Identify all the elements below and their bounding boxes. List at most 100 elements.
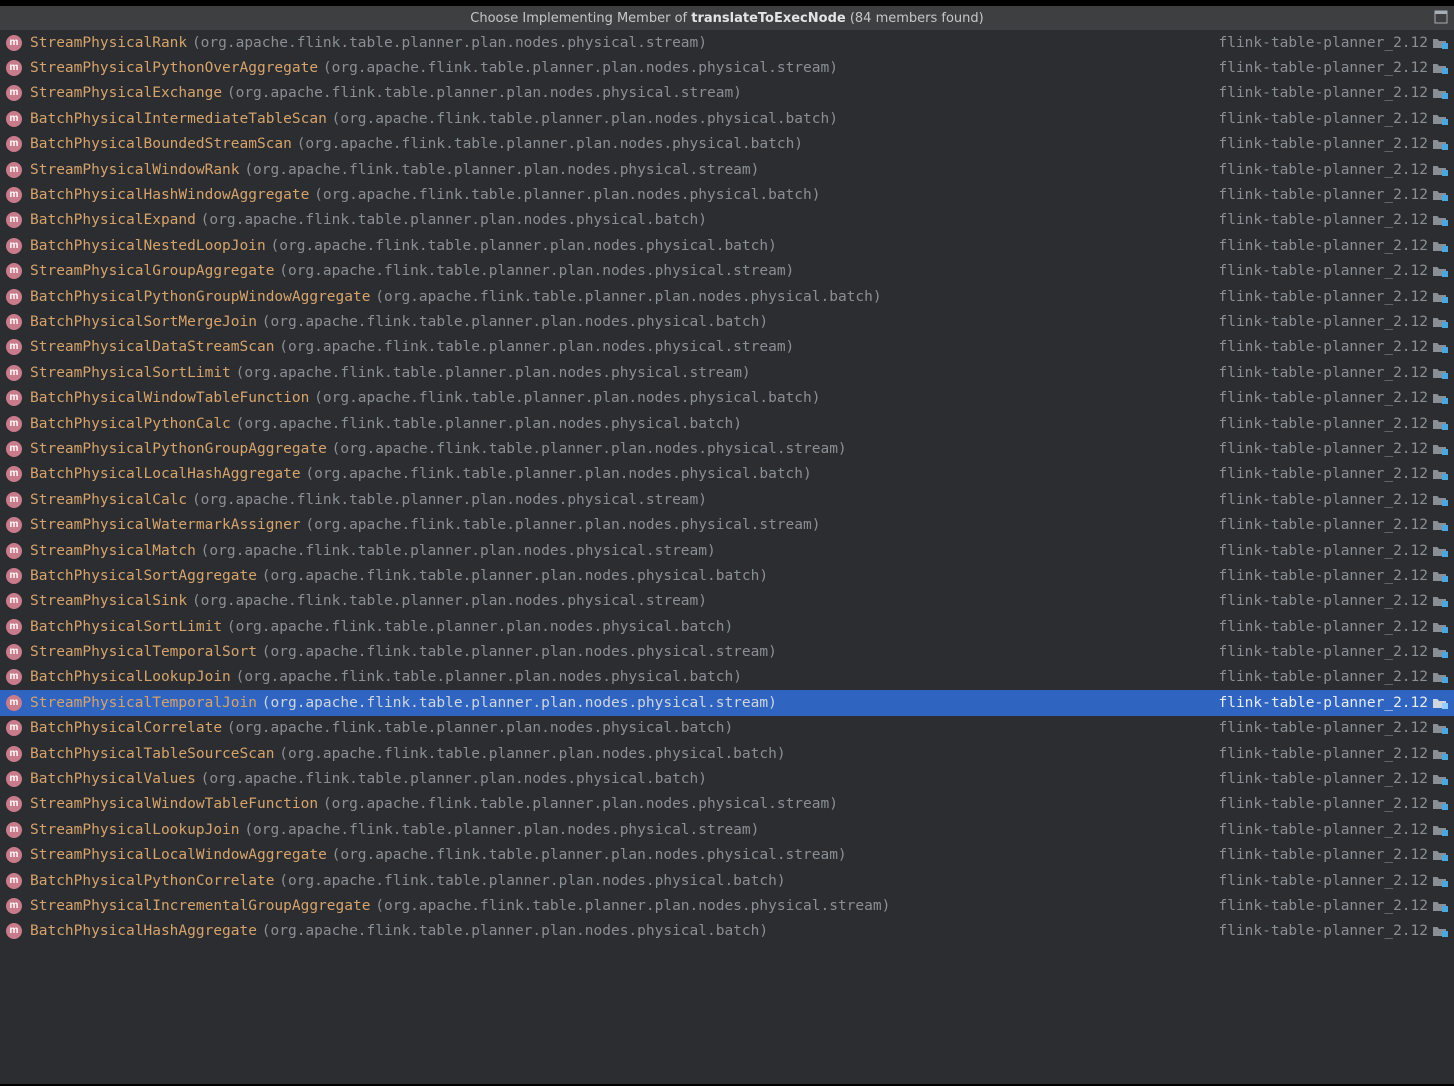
package-name: (org.apache.flink.table.planner.plan.nod… [192, 593, 707, 609]
result-row[interactable]: mBatchPhysicalLocalHashAggregate(org.apa… [0, 462, 1454, 487]
result-row[interactable]: mStreamPhysicalExchange(org.apache.flink… [0, 81, 1454, 106]
result-row[interactable]: mStreamPhysicalMatch(org.apache.flink.ta… [0, 538, 1454, 563]
result-row[interactable]: mBatchPhysicalSortMergeJoin(org.apache.f… [0, 309, 1454, 334]
result-row[interactable]: mStreamPhysicalWatermarkAssigner(org.apa… [0, 512, 1454, 537]
result-row[interactable]: mBatchPhysicalTableSourceScan(org.apache… [0, 741, 1454, 766]
module-name: flink-table-planner_2.12 [1218, 822, 1428, 838]
result-row[interactable]: m StreamPhysicalWindowRank(org.apache.fli… [0, 157, 1454, 182]
class-name: StreamPhysicalDataStreamScan [30, 339, 274, 355]
result-row[interactable]: mBatchPhysicalPythonCalc(org.apache.flin… [0, 411, 1454, 436]
package-name: (org.apache.flink.table.planner.plan.nod… [262, 568, 768, 584]
source-folder-icon [1432, 340, 1448, 354]
method-icon: m [6, 238, 22, 254]
module-name: flink-table-planner_2.12 [1218, 35, 1428, 51]
source-folder-icon [1432, 239, 1448, 253]
package-name: (org.apache.flink.table.planner.plan.nod… [279, 873, 785, 889]
result-row[interactable]: mStreamPhysicalSink(org.apache.flink.tab… [0, 589, 1454, 614]
result-row[interactable]: mBatchPhysicalHashAggregate(org.apache.f… [0, 919, 1454, 944]
title-label: Choose Implementing Member of translateT… [470, 11, 984, 26]
result-row[interactable]: mBatchPhysicalValues(org.apache.flink.ta… [0, 766, 1454, 791]
class-name: BatchPhysicalSortMergeJoin [30, 314, 257, 330]
source-folder-icon [1432, 848, 1448, 862]
package-name: (org.apache.flink.table.planner.plan.nod… [297, 136, 803, 152]
class-name: StreamPhysicalTemporalSort [30, 644, 257, 660]
method-icon: m [6, 35, 22, 51]
package-name: (org.apache.flink.table.planner.plan.nod… [305, 517, 820, 533]
class-name: BatchPhysicalWindowTableFunction [30, 390, 309, 406]
source-folder-icon [1432, 645, 1448, 659]
pin-icon[interactable] [1434, 10, 1448, 24]
package-name: (org.apache.flink.table.planner.plan.nod… [375, 898, 890, 914]
method-icon: m [6, 746, 22, 762]
result-row[interactable]: mStreamPhysicalWindowTableFunction(org.a… [0, 792, 1454, 817]
method-icon: m [6, 162, 22, 178]
result-row[interactable]: mStreamPhysicalSortLimit(org.apache.flin… [0, 360, 1454, 385]
result-row[interactable]: mBatchPhysicalWindowTableFunction(org.ap… [0, 385, 1454, 410]
result-row[interactable]: mBatchPhysicalPythonCorrelate(org.apache… [0, 868, 1454, 893]
package-name: (org.apache.flink.table.planner.plan.nod… [244, 162, 759, 178]
result-row[interactable]: mStreamPhysicalCalc(org.apache.flink.tab… [0, 487, 1454, 512]
result-row[interactable]: mBatchPhysicalNestedLoopJoin(org.apache.… [0, 233, 1454, 258]
result-row[interactable]: mBatchPhysicalSortLimit(org.apache.flink… [0, 614, 1454, 639]
source-folder-icon [1432, 86, 1448, 100]
result-row[interactable]: mStreamPhysicalPythonGroupAggregate(org.… [0, 436, 1454, 461]
class-name: BatchPhysicalCorrelate [30, 720, 222, 736]
result-row[interactable]: mStreamPhysicalLocalWindowAggregate(org.… [0, 843, 1454, 868]
method-icon: m [6, 441, 22, 457]
package-name: (org.apache.flink.table.planner.plan.nod… [332, 111, 838, 127]
module-name: flink-table-planner_2.12 [1218, 365, 1428, 381]
module-name: flink-table-planner_2.12 [1218, 466, 1428, 482]
result-row[interactable]: mStreamPhysicalPythonOverAggregate(org.a… [0, 55, 1454, 80]
class-name: BatchPhysicalLookupJoin [30, 669, 231, 685]
package-name: (org.apache.flink.table.planner.plan.nod… [227, 720, 733, 736]
result-row[interactable]: mBatchPhysicalLookupJoin(org.apache.flin… [0, 665, 1454, 690]
module-name: flink-table-planner_2.12 [1218, 644, 1428, 660]
result-row[interactable]: mStreamPhysicalTemporalSort(org.apache.f… [0, 639, 1454, 664]
source-folder-icon [1432, 315, 1448, 329]
result-row[interactable]: mBatchPhysicalBoundedStreamScan(org.apac… [0, 132, 1454, 157]
source-folder-icon [1432, 620, 1448, 634]
module-name: flink-table-planner_2.12 [1218, 593, 1428, 609]
package-name: (org.apache.flink.table.planner.plan.nod… [262, 314, 768, 330]
class-name: BatchPhysicalSortAggregate [30, 568, 257, 584]
method-icon: m [6, 85, 22, 101]
method-icon: m [6, 187, 22, 203]
package-name: (org.apache.flink.table.planner.plan.nod… [227, 85, 742, 101]
class-name: StreamPhysicalLocalWindowAggregate [30, 847, 327, 863]
module-name: flink-table-planner_2.12 [1218, 568, 1428, 584]
result-row[interactable]: mStreamPhysicalIncrementalGroupAggregate… [0, 893, 1454, 918]
module-name: flink-table-planner_2.12 [1218, 517, 1428, 533]
implementing-member-chooser: Choose Implementing Member of translateT… [0, 0, 1454, 1086]
source-folder-icon [1432, 823, 1448, 837]
result-row[interactable]: mBatchPhysicalPythonGroupWindowAggregate… [0, 284, 1454, 309]
module-name: flink-table-planner_2.12 [1218, 289, 1428, 305]
result-row[interactable]: mBatchPhysicalSortAggregate(org.apache.f… [0, 563, 1454, 588]
result-row[interactable]: mBatchPhysicalIntermediateTableScan(org.… [0, 106, 1454, 131]
result-row[interactable]: mStreamPhysicalDataStreamScan(org.apache… [0, 335, 1454, 360]
class-name: BatchPhysicalExpand [30, 212, 196, 228]
package-name: (org.apache.flink.table.planner.plan.nod… [201, 771, 707, 787]
result-row[interactable]: mStreamPhysicalTemporalJoin(org.apache.f… [0, 690, 1454, 715]
result-row[interactable]: mBatchPhysicalCorrelate(org.apache.flink… [0, 716, 1454, 741]
result-row[interactable]: mStreamPhysicalLookupJoin(org.apache.fli… [0, 817, 1454, 842]
result-row[interactable]: mStreamPhysicalRank(org.apache.flink.tab… [0, 30, 1454, 55]
result-row[interactable]: mBatchPhysicalExpand(org.apache.flink.ta… [0, 208, 1454, 233]
method-icon: m [6, 60, 22, 76]
result-row[interactable]: mBatchPhysicalHashWindowAggregate(org.ap… [0, 182, 1454, 207]
result-row[interactable]: mStreamPhysicalGroupAggregate(org.apache… [0, 259, 1454, 284]
module-name: flink-table-planner_2.12 [1218, 746, 1428, 762]
method-icon: m [6, 669, 22, 685]
results-list[interactable]: mStreamPhysicalRank(org.apache.flink.tab… [0, 30, 1454, 1084]
class-name: StreamPhysicalWatermarkAssigner [30, 517, 301, 533]
class-name: StreamPhysicalPythonGroupAggregate [30, 441, 327, 457]
class-name: StreamPhysicalWindowRank [30, 162, 240, 178]
package-name: (org.apache.flink.table.planner.plan.nod… [192, 35, 707, 51]
source-folder-icon [1432, 61, 1448, 75]
method-icon: m [6, 289, 22, 305]
source-folder-icon [1432, 467, 1448, 481]
module-name: flink-table-planner_2.12 [1218, 136, 1428, 152]
class-name: BatchPhysicalValues [30, 771, 196, 787]
class-name: StreamPhysicalCalc [30, 492, 187, 508]
source-folder-icon [1432, 137, 1448, 151]
class-name: BatchPhysicalPythonCorrelate [30, 873, 274, 889]
